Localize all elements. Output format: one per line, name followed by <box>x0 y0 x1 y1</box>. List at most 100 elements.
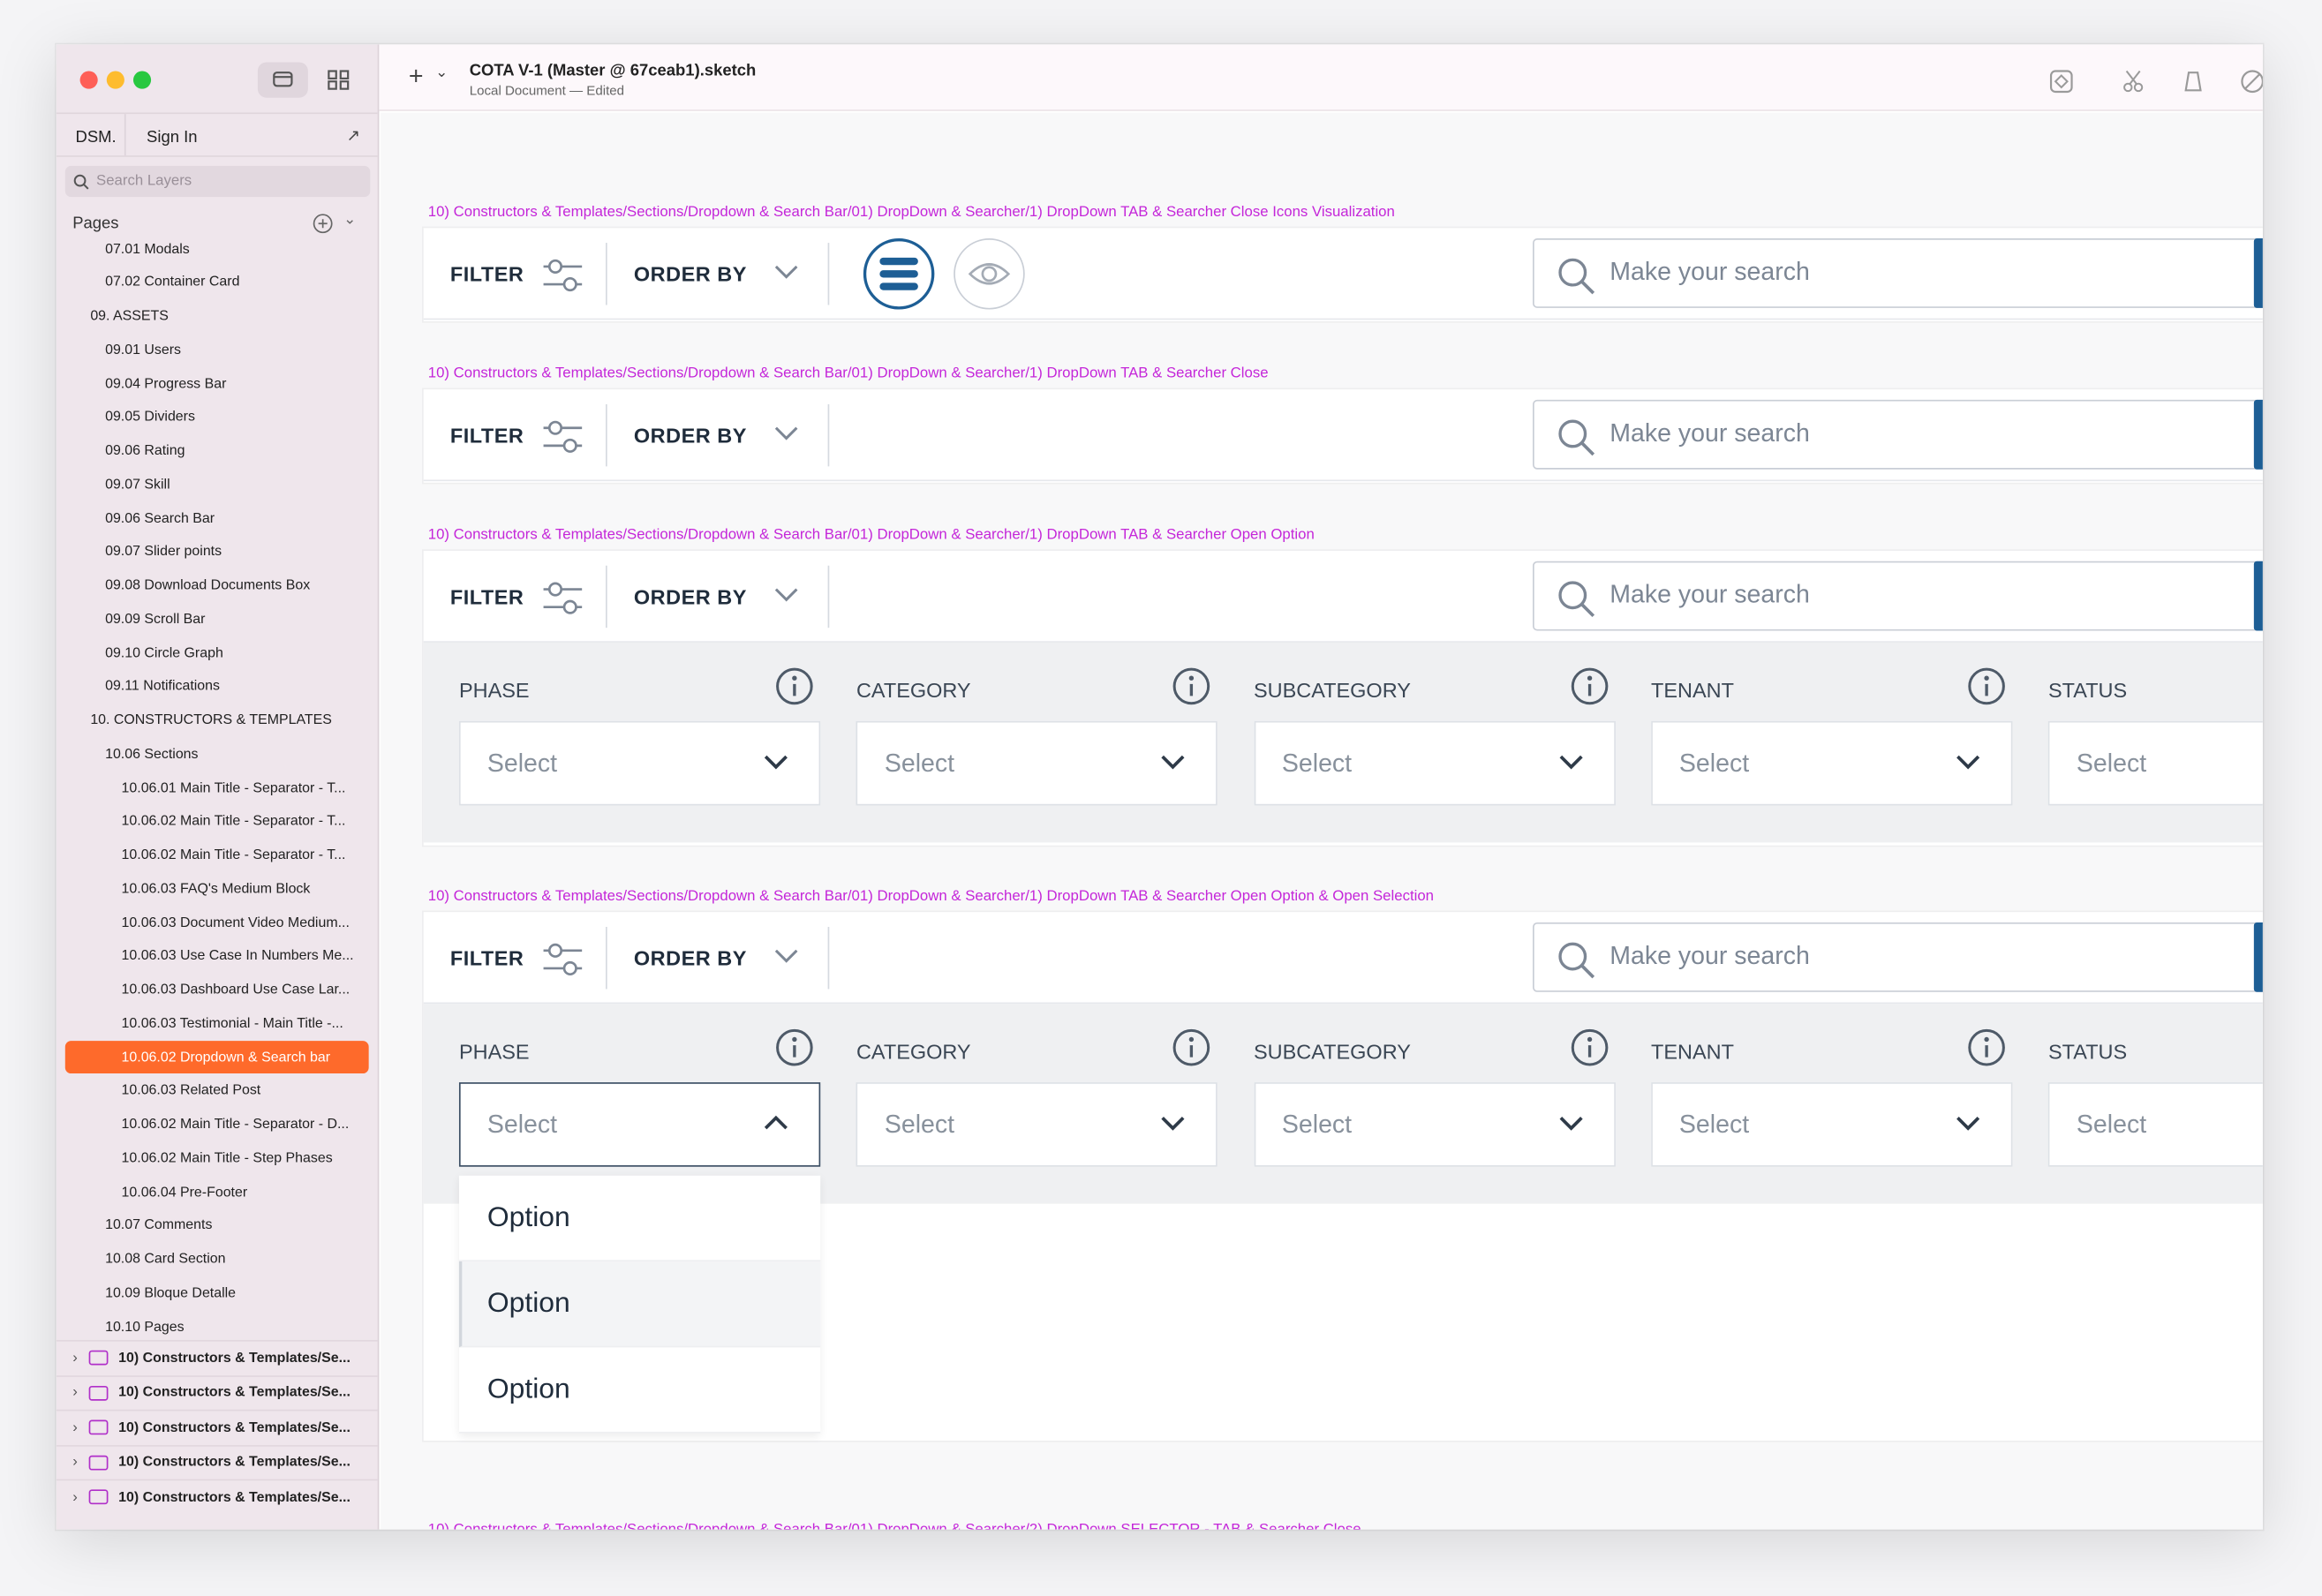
page-item[interactable]: 10.06 Sections <box>57 738 378 771</box>
sliders-icon[interactable] <box>542 579 584 618</box>
filter-label[interactable]: FILTER <box>450 946 524 970</box>
sliders-icon[interactable] <box>542 256 584 295</box>
chevron-down-icon[interactable]: ⌄ <box>435 65 448 81</box>
tab-sign-in[interactable]: Sign In <box>147 129 197 147</box>
minimize-window-button[interactable] <box>106 71 124 89</box>
page-item[interactable]: 10.06.03 Document Video Medium... <box>57 907 378 939</box>
info-icon[interactable] <box>774 1028 814 1067</box>
chevron-down-icon[interactable] <box>773 262 800 282</box>
filter-label[interactable]: FILTER <box>450 262 524 286</box>
page-item[interactable]: 09. ASSETS <box>57 300 378 333</box>
artboard-label[interactable]: 10) Constructors & Templates/Sections/Dr… <box>428 527 1315 543</box>
option-item[interactable]: Option <box>458 1261 821 1348</box>
search-input[interactable]: Make your search <box>1533 922 2263 992</box>
page-item[interactable]: 09.06 Rating <box>57 434 378 467</box>
add-page-icon[interactable] <box>313 214 333 234</box>
artboard-label[interactable]: 10) Constructors & Templates/Sections/Dr… <box>428 204 1395 220</box>
artboard-item[interactable]: › 10) Constructors & Templates/Se... <box>56 1409 378 1444</box>
filter-label[interactable]: FILTER <box>450 585 524 609</box>
info-icon[interactable] <box>1966 666 2006 706</box>
search-button-edge[interactable] <box>2253 399 2263 470</box>
option-item[interactable]: Option <box>458 1347 821 1434</box>
chevron-right-icon[interactable]: › <box>72 1384 78 1400</box>
page-item[interactable]: 09.07 Skill <box>57 468 378 501</box>
page-item-selected[interactable]: 10.06.02 Dropdown & Search bar <box>64 1041 369 1074</box>
page-item[interactable]: 07.01 Modals <box>57 238 378 265</box>
search-button-edge[interactable] <box>2253 922 2263 992</box>
select-dropdown[interactable]: Select <box>1253 1082 1616 1167</box>
page-item[interactable]: 10.10 Pages <box>57 1310 378 1340</box>
order-by-label[interactable]: ORDER BY <box>634 424 747 448</box>
chevron-right-icon[interactable]: › <box>72 1454 78 1470</box>
chevron-down-icon[interactable] <box>773 946 800 967</box>
page-item[interactable]: 10.06.02 Main Title - Step Phases <box>57 1142 378 1175</box>
search-input[interactable]: Make your search <box>1533 238 2263 308</box>
visibility-button[interactable] <box>954 238 1025 310</box>
external-link-icon[interactable]: ↗ <box>346 126 359 145</box>
components-view-button[interactable] <box>314 62 365 97</box>
search-button-edge[interactable] <box>2253 238 2263 308</box>
page-item[interactable]: 07.02 Container Card <box>57 266 378 298</box>
page-item[interactable]: 09.04 Progress Bar <box>57 367 378 400</box>
page-item[interactable]: 10.06.03 FAQ's Medium Block <box>57 872 378 905</box>
page-item[interactable]: 10.07 Comments <box>57 1209 378 1242</box>
artboard-item[interactable]: › 10) Constructors & Templates/Se... <box>56 1339 378 1374</box>
artboard-item[interactable]: › 10) Constructors & Templates/Se... <box>56 1444 378 1479</box>
select-dropdown[interactable]: Select <box>856 1082 1218 1167</box>
select-dropdown[interactable]: Select <box>458 720 821 806</box>
chevron-right-icon[interactable]: › <box>72 1350 78 1366</box>
page-item[interactable]: 09.08 Download Documents Box <box>57 569 378 602</box>
page-item[interactable]: 09.11 Notifications <box>57 670 378 703</box>
page-item[interactable]: 09.06 Search Bar <box>57 502 378 535</box>
order-by-label[interactable]: ORDER BY <box>634 262 747 286</box>
sliders-icon[interactable] <box>542 418 584 456</box>
edit-shape-icon[interactable] <box>2239 68 2263 94</box>
search-button-edge[interactable] <box>2253 561 2263 631</box>
select-dropdown[interactable]: Select <box>2048 1082 2263 1167</box>
transform-icon[interactable] <box>2180 68 2206 94</box>
info-icon[interactable] <box>1569 1028 1609 1067</box>
chevron-right-icon[interactable]: › <box>72 1419 78 1435</box>
page-item[interactable]: 10.08 Card Section <box>57 1243 378 1276</box>
chevron-down-icon[interactable] <box>773 585 800 606</box>
page-item[interactable]: 09.01 Users <box>57 334 378 366</box>
page-item[interactable]: 10.06.02 Main Title - Separator - D... <box>57 1108 378 1141</box>
list-view-button[interactable] <box>863 238 935 310</box>
filter-label[interactable]: FILTER <box>450 424 524 448</box>
chevron-right-icon[interactable]: › <box>72 1489 78 1505</box>
option-item[interactable]: Option <box>458 1176 821 1262</box>
page-item[interactable]: 10.06.02 Main Title - Separator - T... <box>57 805 378 838</box>
page-item[interactable]: 09.05 Dividers <box>57 401 378 433</box>
select-dropdown[interactable]: Select <box>458 1082 821 1167</box>
select-dropdown[interactable]: Select <box>1253 720 1616 806</box>
search-input[interactable]: Make your search <box>1533 561 2263 631</box>
tab-dsm[interactable]: DSM. <box>76 129 117 147</box>
chevron-down-icon[interactable] <box>773 424 800 444</box>
order-by-label[interactable]: ORDER BY <box>634 585 747 609</box>
search-input[interactable]: Make your search <box>1533 399 2263 470</box>
artboard-label[interactable]: 10) Constructors & Templates/Sections/Dr… <box>428 1522 1361 1529</box>
select-dropdown[interactable]: Select <box>856 720 1218 806</box>
scissors-icon[interactable] <box>2121 68 2147 94</box>
insert-button[interactable]: + <box>409 62 424 92</box>
artboard-item[interactable]: › 10) Constructors & Templates/Se... <box>56 1374 378 1409</box>
page-item[interactable]: 09.09 Scroll Bar <box>57 603 378 636</box>
page-item[interactable]: 10. CONSTRUCTORS & TEMPLATES <box>57 704 378 737</box>
page-item[interactable]: 10.06.03 Testimonial - Main Title -... <box>57 1007 378 1040</box>
info-icon[interactable] <box>1172 1028 1211 1067</box>
search-layers-input[interactable]: Search Layers <box>64 165 371 198</box>
page-item[interactable]: 09.07 Slider points <box>57 536 378 568</box>
page-item[interactable]: 10.06.03 Use Case In Numbers Me... <box>57 940 378 973</box>
artboard-item[interactable]: › 10) Constructors & Templates/Se... <box>56 1479 378 1514</box>
page-item[interactable]: 10.06.02 Main Title - Separator - T... <box>57 839 378 871</box>
page-item[interactable]: 09.10 Circle Graph <box>57 636 378 669</box>
info-icon[interactable] <box>1172 666 1211 706</box>
info-icon[interactable] <box>1569 666 1609 706</box>
zoom-window-button[interactable] <box>132 71 152 89</box>
chevron-down-icon[interactable]: ⌄ <box>343 212 356 228</box>
select-dropdown[interactable]: Select <box>1651 720 2013 806</box>
page-item[interactable]: 10.06.03 Dashboard Use Case Lar... <box>57 974 378 1006</box>
page-item[interactable]: 10.09 Bloque Detalle <box>57 1276 378 1309</box>
select-dropdown[interactable]: Select <box>1651 1082 2013 1167</box>
order-by-label[interactable]: ORDER BY <box>634 946 747 970</box>
